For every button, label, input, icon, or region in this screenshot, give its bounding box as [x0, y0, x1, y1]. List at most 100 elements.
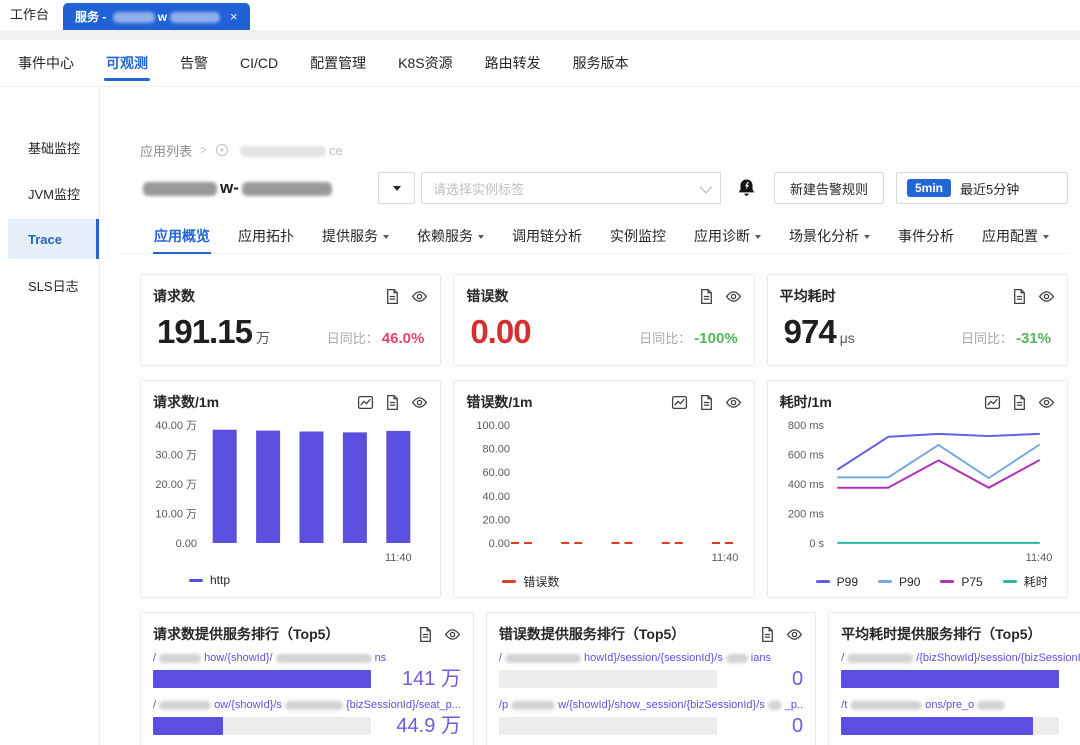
sidebar-item-jvm-monitoring[interactable]: JVM监控 [8, 173, 99, 213]
ranking-path-link[interactable]: /howId}/session/{sessionId}/sians [499, 651, 803, 666]
kpi-yoy-label: 日同比： [639, 331, 691, 346]
document-icon[interactable] [698, 394, 715, 411]
tab-trace-analysis[interactable]: 调用链分析 [498, 219, 596, 253]
ranking-card-latency-top5: 平均耗时提供服务排行（Top5）//{bizShowId}/session/{b… [828, 612, 1080, 745]
kpi-card-avg-latency: 平均耗时974μs日同比：-31% [767, 274, 1068, 366]
ranking-value: 44.9 万 [381, 715, 461, 737]
nav-tab-observability[interactable]: 可观测 [90, 40, 164, 86]
nav-tab-alarm[interactable]: 告警 [164, 40, 224, 86]
legend-item[interactable]: P99 [816, 575, 858, 589]
ranking-path-link[interactable]: /tons/pre_o [841, 698, 1080, 713]
redacted-text [159, 701, 211, 710]
tab-app-overview[interactable]: 应用概览 [140, 219, 224, 253]
trend-chart-icon[interactable] [984, 394, 1001, 411]
app-subtabs: 应用概览应用拓扑提供服务依赖服务调用链分析实例监控应用诊断 场景化分析事件分析应用… [120, 219, 1068, 254]
svg-text:20.00: 20.00 [483, 514, 511, 526]
kpi-number: 974 [784, 313, 836, 350]
sidebar-item-sls-logs[interactable]: SLS日志 [8, 265, 99, 305]
tab-provided-services[interactable]: 提供服务 [308, 219, 403, 253]
document-icon[interactable] [384, 394, 401, 411]
eye-icon[interactable] [1038, 288, 1055, 305]
caret-down-icon [478, 235, 484, 239]
eye-icon[interactable] [411, 288, 428, 305]
redacted-text [285, 701, 343, 710]
document-icon[interactable] [759, 626, 776, 643]
app-switch-dropdown[interactable] [378, 172, 415, 204]
card-actions [984, 394, 1055, 411]
new-alarm-rule-button[interactable]: 新建告警规则 [774, 172, 884, 204]
ranking-path-link[interactable]: //{bizShowId}/session/{bizSessionId}/se.… [841, 651, 1080, 666]
tab-app-diagnosis[interactable]: 应用诊断 [680, 219, 775, 253]
chart-plot: 40.00 万30.00 万20.00 万10.00 万0.0011:40 [153, 415, 428, 570]
svg-text:800 ms: 800 ms [788, 420, 825, 432]
caret-down-icon [755, 235, 761, 239]
ranking-path-link[interactable]: /ow/{showId}/s{bizSessionId}/seat_p... [153, 698, 461, 713]
nav-tab-config-management[interactable]: 配置管理 [294, 40, 382, 86]
nav-tab-route-forwarding[interactable]: 路由转发 [469, 40, 557, 86]
text-fragment: / [153, 652, 156, 664]
document-icon[interactable] [1011, 394, 1028, 411]
tab-app-topology[interactable]: 应用拓扑 [224, 219, 308, 253]
eye-icon[interactable] [725, 394, 742, 411]
legend-item[interactable]: http [189, 573, 230, 587]
tab-dependent-services[interactable]: 依赖服务 [403, 219, 498, 253]
ranking-bar-row: 141 万 [153, 668, 461, 690]
eye-icon[interactable] [444, 626, 461, 643]
workspace-tab[interactable]: 工作台 [0, 4, 63, 30]
close-icon[interactable]: × [230, 10, 238, 23]
eye-icon[interactable] [786, 626, 803, 643]
kpi-body: 974μs日同比：-31% [780, 313, 1055, 351]
tab-label: 应用诊断 [694, 226, 750, 246]
ranking-path-link[interactable]: /how/{showId}/ns [153, 651, 461, 666]
legend-swatch [878, 580, 892, 583]
app-toolbar: w- 请选择实例标签 新建告警规则 5min 最近5分 [140, 171, 1068, 205]
instance-label-select[interactable]: 请选择实例标签 [421, 172, 721, 204]
sidebar-item-trace[interactable]: Trace [8, 219, 99, 259]
ranking-bar-fill [153, 717, 223, 735]
document-icon[interactable] [384, 288, 401, 305]
nav-tab-k8s-resources[interactable]: K8S资源 [382, 40, 468, 86]
tab-event-analysis[interactable]: 事件分析 [884, 219, 968, 253]
alarm-bell-icon[interactable] [735, 177, 758, 200]
document-icon[interactable] [1011, 288, 1028, 305]
ranking-item: /ow/{showId}/s{bizSessionId}/seat_p... 44… [153, 698, 461, 737]
eye-icon[interactable] [725, 288, 742, 305]
redacted-text [242, 182, 332, 196]
app-title: w- [140, 178, 378, 198]
legend-item[interactable]: 耗时 [1003, 573, 1048, 590]
nav-tab-event-center[interactable]: 事件中心 [2, 40, 90, 86]
ranking-bar-fill [841, 670, 1059, 688]
legend-item[interactable]: 错误数 [502, 573, 559, 590]
service-tab[interactable]: 服务 - w × [63, 3, 250, 30]
breadcrumb-app-list[interactable]: 应用列表 [140, 141, 192, 160]
chart-card-1: 错误数/1m100.0080.0060.0040.0020.000.0011:4… [453, 380, 754, 598]
trend-chart-icon[interactable] [357, 394, 374, 411]
nav-tab-cicd[interactable]: CI/CD [224, 40, 294, 86]
sidebar-item-basic-monitoring[interactable]: 基础监控 [8, 127, 99, 167]
legend-item[interactable]: P75 [940, 575, 982, 589]
legend-item[interactable]: P90 [878, 575, 920, 589]
eye-icon[interactable] [1038, 394, 1055, 411]
card-header: 耗时/1m [780, 393, 1055, 411]
card-actions [698, 288, 742, 305]
card-title: 请求数 [153, 286, 195, 306]
kpi-unit: μs [840, 330, 855, 346]
nav-tab-service-version[interactable]: 服务版本 [557, 40, 645, 86]
text-fragment: /p [499, 699, 508, 711]
tab-scenario-analysis[interactable]: 场景化分析 [775, 219, 884, 253]
legend-label: 耗时 [1024, 573, 1048, 590]
text-fragment: {bizSessionId}/seat_p... [346, 699, 461, 711]
text-fragment: / [841, 652, 844, 664]
time-range-picker[interactable]: 5min 最近5分钟 [896, 172, 1068, 204]
document-icon[interactable] [698, 288, 715, 305]
tab-instance-monitoring[interactable]: 实例监控 [596, 219, 680, 253]
ranking-path-link[interactable]: /pw/{showId}/show_session/{bizSessionId}… [499, 698, 803, 713]
eye-icon[interactable] [411, 394, 428, 411]
card-title: 请求数/1m [153, 392, 219, 412]
text-fragment: w [158, 10, 167, 24]
trend-chart-icon[interactable] [671, 394, 688, 411]
svg-text:11:40: 11:40 [385, 552, 412, 564]
document-icon[interactable] [417, 626, 434, 643]
chart-plot: 800 ms600 ms400 ms200 ms0 s11:40 [780, 415, 1055, 570]
tab-app-config[interactable]: 应用配置 [968, 219, 1063, 253]
